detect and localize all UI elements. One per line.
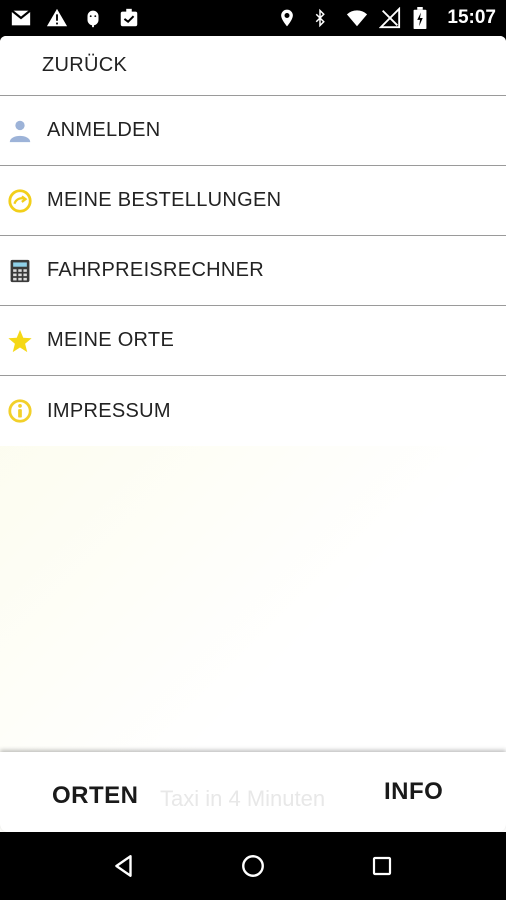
system-nav-bar: [0, 832, 506, 900]
wifi-icon: [345, 7, 368, 29]
menu-item-label: IMPRESSUM: [47, 399, 171, 422]
home-nav-icon[interactable]: [233, 846, 273, 886]
bottom-action-bar: ORTEN Taxi in 4 Minuten INFO: [0, 752, 506, 832]
menu-item-impressum[interactable]: IMPRESSUM: [0, 376, 506, 446]
menu-item-label: MEINE ORTE: [47, 329, 175, 351]
info-icon: [6, 397, 34, 425]
status-time: 15:07: [447, 7, 496, 28]
recents-nav-icon[interactable]: [362, 846, 402, 886]
location-icon: [277, 7, 299, 29]
menu-item-meine-orte[interactable]: MEINE ORTE: [0, 306, 506, 376]
menu-item-meine-bestellungen[interactable]: MEINE BESTELLUNGEN: [0, 166, 506, 236]
menu-item-fahrpreisrechner[interactable]: FAHRPREISRECHNER: [0, 236, 506, 306]
menu-item-anmelden[interactable]: ANMELDEN: [0, 96, 506, 166]
back-nav-icon[interactable]: [104, 846, 144, 886]
warning-icon: [46, 7, 68, 29]
back-label: ZURÜCK: [42, 54, 128, 76]
back-button[interactable]: ZURÜCK: [0, 36, 506, 96]
app-screen: ZURÜCK ANMELDEN MEINE BESTELLUNGEN FAHRP…: [0, 36, 506, 832]
orten-button[interactable]: ORTEN: [52, 782, 139, 810]
battery-icon: [413, 7, 435, 29]
user-icon: [6, 117, 34, 145]
status-bar: 15:07: [0, 0, 506, 36]
side-menu: ZURÜCK ANMELDEN MEINE BESTELLUNGEN FAHRP…: [0, 36, 506, 446]
clipboard-icon: [118, 7, 140, 29]
bluetooth-icon: [311, 7, 333, 29]
menu-item-label: FAHRPREISRECHNER: [47, 259, 265, 281]
no-signal-icon: [379, 6, 401, 29]
gmail-icon: [10, 7, 32, 29]
info-button[interactable]: INFO: [384, 778, 443, 806]
calculator-icon: [6, 257, 34, 285]
star-icon: [6, 327, 34, 355]
menu-item-label: MEINE BESTELLUNGEN: [47, 189, 282, 211]
orders-icon: [6, 187, 34, 215]
menu-item-label: ANMELDEN: [47, 119, 161, 141]
android-debug-icon: [82, 7, 104, 29]
taxi-eta-text: Taxi in 4 Minuten: [160, 786, 326, 811]
